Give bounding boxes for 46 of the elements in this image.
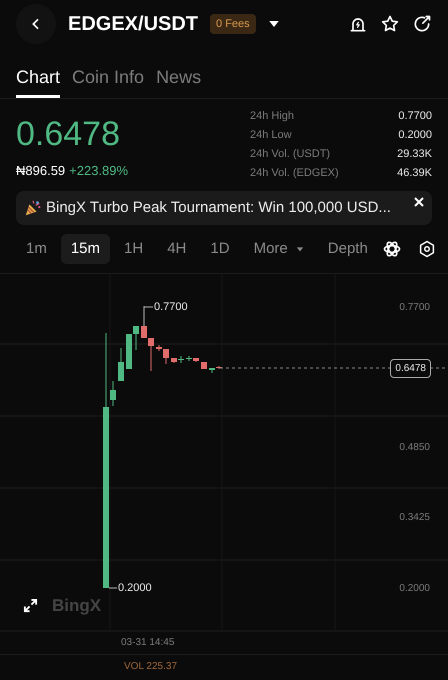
party-popper-icon xyxy=(24,199,42,217)
high-marker: 0.7700 xyxy=(154,300,188,315)
time-axis-label: 03-31 14:45 xyxy=(121,636,174,650)
tab[interactable]: Coin Info xyxy=(72,64,144,98)
banner-text: BingX Turbo Peak Tournament: Win 100,000 USD... xyxy=(46,198,391,218)
depth-tab[interactable]: Depth xyxy=(318,234,378,264)
stat-value: 0.2000 xyxy=(398,128,432,143)
fullscreen-icon[interactable] xyxy=(23,598,38,613)
y-axis-label: 0.3425 xyxy=(399,511,430,525)
low-marker: 0.2000 xyxy=(118,581,152,596)
interval-tab[interactable]: 4H xyxy=(157,234,196,264)
chart-watermark: BingX xyxy=(52,595,102,617)
settings-icon[interactable] xyxy=(418,240,436,258)
candlestick xyxy=(118,348,124,382)
y-axis-label: 0.4850 xyxy=(399,441,430,455)
stat-label: 24h Vol. (EDGEX) xyxy=(250,166,339,181)
tab[interactable]: Chart xyxy=(16,64,60,98)
fiat-price: ₦896.59 xyxy=(16,162,66,180)
stat-value: 0.7700 xyxy=(398,109,432,124)
volume-label: VOL 225.37 xyxy=(124,660,178,674)
share-icon[interactable] xyxy=(412,14,432,34)
y-axis-label: 0.2000 xyxy=(399,582,430,596)
candlestick xyxy=(201,362,207,370)
star-icon[interactable] xyxy=(380,14,400,34)
atom-icon[interactable] xyxy=(382,239,402,259)
tab[interactable]: News xyxy=(156,64,202,98)
last-price-tag: 0.6478 xyxy=(390,359,431,378)
stat-value: 29.33K xyxy=(397,147,432,162)
price-change: +223.89% xyxy=(69,162,128,180)
interval-tab[interactable]: 1m xyxy=(16,234,57,264)
fees-badge: 0 Fees xyxy=(210,14,256,34)
interval-tab[interactable]: 15m xyxy=(60,234,110,264)
stat-label: 24h High xyxy=(250,109,294,124)
pair-title[interactable]: EDGEX/USDT xyxy=(68,9,198,39)
stat-value: 46.39K xyxy=(397,166,432,181)
promo-banner[interactable]: BingX Turbo Peak Tournament: Win 100,000 USD... xyxy=(16,191,432,225)
last-price: 0.6478 xyxy=(16,114,121,155)
close-icon[interactable] xyxy=(414,197,424,207)
stat-label: 24h Low xyxy=(250,128,292,143)
stat-label: 24h Vol. (USDT) xyxy=(250,147,330,162)
interval-tab[interactable]: 1D xyxy=(200,234,240,264)
y-axis-label: 0.7700 xyxy=(399,301,430,315)
interval-tab[interactable]: 1H xyxy=(114,234,154,264)
caret-icon xyxy=(296,245,304,253)
more-dropdown[interactable]: More xyxy=(244,234,314,264)
high-leader-line xyxy=(144,306,154,326)
